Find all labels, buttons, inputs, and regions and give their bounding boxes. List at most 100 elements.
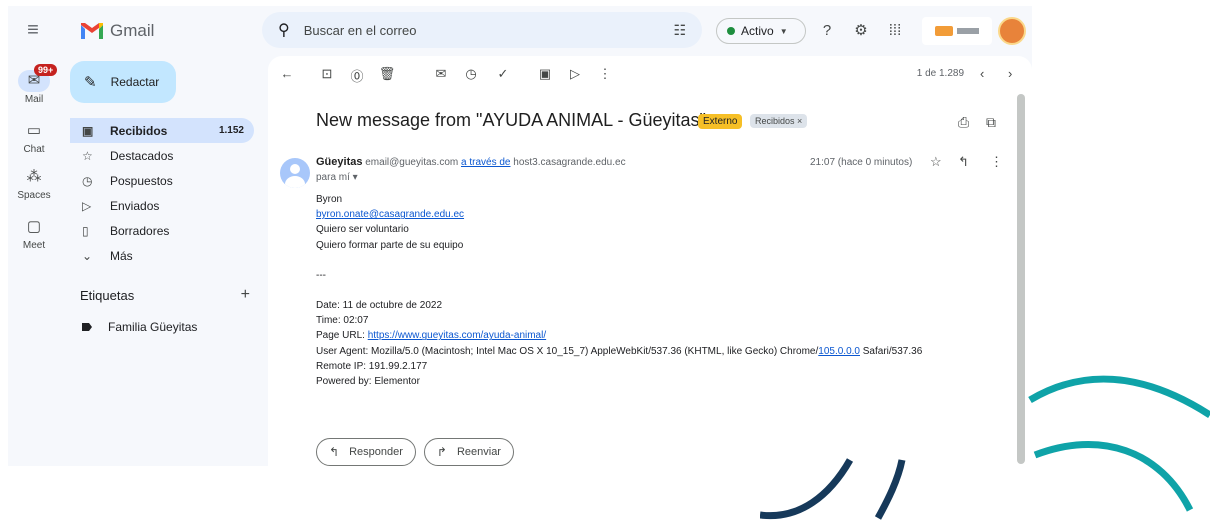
avatar-body [285, 176, 305, 188]
app-rail: ≡ ✉ 99+ Mail ▭ Chat ⁂ Spaces ▢ Meet [8, 6, 60, 466]
nav-item-more[interactable]: ⌄ Más [70, 243, 254, 268]
body-date: Date: 11 de octubre de 2022 [316, 300, 443, 312]
nav-item-inbox[interactable]: ▣ Recibidos 1.152 [70, 118, 254, 143]
ua-prefix: User Agent: Mozilla/5.0 (Macintosh; Inte… [316, 345, 819, 357]
label-icon[interactable]: ▷ [566, 66, 584, 82]
sender-name[interactable]: Güeyitas [316, 156, 362, 168]
forward-label: Reenviar [456, 446, 501, 458]
labels-title: Etiquetas [80, 288, 135, 303]
next-icon[interactable]: › [1008, 66, 1012, 81]
status-label: Activo [741, 24, 774, 38]
nav-item-starred[interactable]: ☆ Destacados [70, 143, 254, 168]
recipient-dropdown[interactable]: para mí ▾ [316, 172, 358, 183]
body-line: Quiero ser voluntario [316, 224, 409, 236]
reply-button[interactable]: ↰ Responder [316, 438, 416, 466]
print-icon[interactable]: ⎙ [958, 114, 969, 131]
avatar-head [290, 164, 300, 174]
wave-dark-short [874, 459, 906, 520]
folder-nav: ▣ Recibidos 1.152 ☆ Destacados ◷ Pospues… [70, 118, 254, 268]
video-icon: ▢ [26, 218, 42, 235]
organization-logo[interactable] [922, 17, 992, 45]
compose-button[interactable]: ✎ Redactar [70, 61, 176, 103]
inbox-label-chip[interactable]: Recibidos × [750, 114, 808, 128]
main-menu-icon[interactable]: ≡ [20, 18, 46, 44]
account-avatar[interactable] [998, 17, 1026, 45]
nav-item-snoozed[interactable]: ◷ Pospuestos [70, 168, 254, 193]
inbox-count: 1.152 [218, 125, 244, 136]
nav-item-label: Más [110, 248, 133, 263]
org-logo-mark [935, 26, 953, 36]
reply-actions: ↰ Responder ↱ Reenviar [316, 438, 514, 466]
body-name: Byron [316, 194, 343, 205]
search-icon[interactable]: ⚲ [278, 20, 290, 40]
wave-top [1028, 375, 1210, 418]
mark-unread-icon[interactable]: ✉ [432, 66, 450, 82]
nav-item-sent[interactable]: ▷ Enviados [70, 193, 254, 218]
help-icon[interactable]: ? [816, 20, 838, 42]
rail-meet-button[interactable]: ▢ Meet [8, 216, 60, 251]
body-time: Time: 02:07 [316, 315, 369, 327]
nav-item-label: Recibidos [110, 123, 168, 138]
sender-email: email@gueyitas.com [365, 157, 459, 168]
chat-icon: ▭ [26, 122, 42, 139]
nav-item-drafts[interactable]: ▯ Borradores [70, 218, 254, 243]
nav-item-label: Borradores [110, 223, 170, 238]
archive-icon[interactable]: ⊡ [318, 66, 336, 82]
open-new-window-icon[interactable]: ⧉ [986, 114, 996, 131]
label-item[interactable]: Familia Güeyitas [80, 320, 197, 334]
search-bar[interactable]: ⚲ Buscar en el correo ☷ [262, 12, 702, 48]
forward-icon: ↱ [436, 445, 447, 459]
snooze-icon[interactable]: ◷ [462, 66, 480, 82]
rail-meet-label: Meet [22, 240, 46, 251]
sender-avatar[interactable] [280, 158, 310, 188]
status-dot-icon [727, 27, 735, 35]
reply-label: Responder [349, 446, 403, 458]
search-options-icon[interactable]: ☷ [673, 22, 686, 39]
draft-icon: ▯ [82, 223, 89, 238]
add-task-icon[interactable]: ✓ [494, 66, 512, 82]
body-separator: --- [316, 269, 326, 281]
wave-right [1033, 441, 1194, 512]
status-dropdown[interactable]: Activo ▼ [716, 18, 806, 44]
label-item-text: Familia Güeyitas [108, 320, 198, 334]
via-link[interactable]: a través de [461, 157, 510, 168]
nav-item-label: Enviados [110, 198, 160, 213]
back-arrow-icon[interactable]: ← [278, 66, 296, 81]
star-icon[interactable]: ☆ [930, 154, 942, 170]
add-label-icon[interactable]: + [241, 287, 250, 303]
page-url-label: Page URL: [316, 330, 368, 342]
rail-mail-button[interactable]: ✉ 99+ Mail [8, 64, 60, 105]
spaces-icon: ⁂ [26, 168, 42, 185]
rail-chat-button[interactable]: ▭ Chat [8, 120, 60, 155]
rail-spaces-button[interactable]: ⁂ Spaces [8, 166, 60, 201]
prev-icon[interactable]: ‹ [980, 66, 984, 81]
settings-icon[interactable]: ⚙ [850, 20, 872, 42]
external-tag: Externo [698, 114, 743, 129]
nav-item-label: Destacados [110, 148, 174, 163]
reply-icon: ↰ [329, 445, 340, 459]
gmail-logo[interactable]: Gmail [80, 16, 154, 46]
ua-suffix: Safari/537.36 [859, 345, 923, 357]
search-input[interactable]: Buscar en el correo [304, 23, 417, 38]
ua-version-link[interactable]: 105.0.0.0 [818, 346, 860, 357]
forward-button[interactable]: ↱ Reenviar [423, 438, 514, 466]
label-tag-icon [82, 323, 92, 331]
delete-icon[interactable]: 🗑 [378, 66, 396, 82]
reply-icon[interactable]: ↰ [958, 154, 969, 170]
decorative-waves [760, 375, 1210, 520]
body-email-link[interactable]: byron.onate@casagrande.edu.ec [316, 209, 464, 220]
app-name: Gmail [110, 21, 155, 40]
report-spam-icon[interactable]: ⓪ [348, 66, 366, 85]
org-logo-text [957, 28, 979, 34]
apps-grid-icon[interactable]: ⁞⁞⁞ [884, 20, 906, 42]
wave-dark [760, 458, 854, 520]
message-toolbar: ← ⊡ ⓪ 🗑 ✉ ◷ ✓ ▣ ▷ ⋮ 1 de 1.289 ‹ › [268, 56, 1032, 92]
more-vert-icon[interactable]: ⋮ [990, 154, 1003, 170]
unread-badge: 99+ [34, 64, 58, 76]
chevron-down-icon: ▼ [779, 26, 788, 36]
more-vert-icon[interactable]: ⋮ [596, 66, 614, 82]
page-url-link[interactable]: https://www.gueyitas.com/ayuda-animal/ [368, 330, 546, 341]
move-to-icon[interactable]: ▣ [536, 66, 554, 82]
